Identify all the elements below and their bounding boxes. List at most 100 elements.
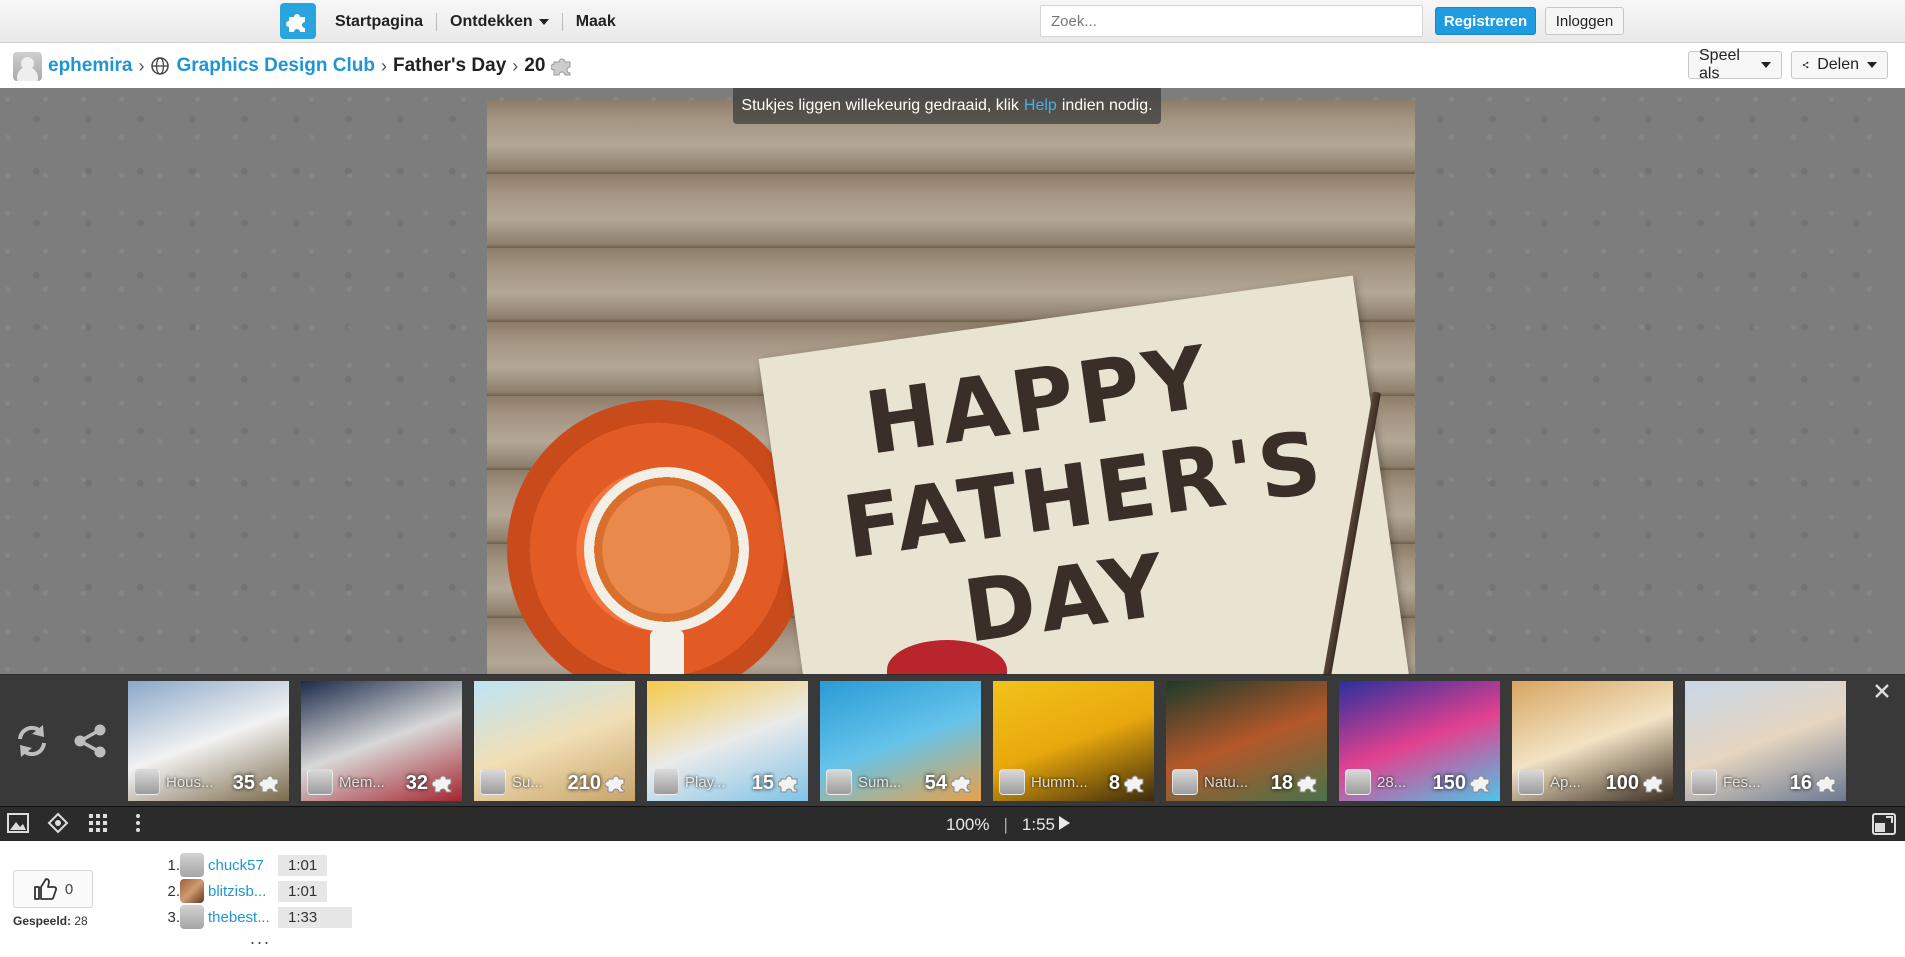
user-avatar[interactable] xyxy=(13,51,42,81)
top-navigation: Startpagina Ontdekken Maak Registreren I… xyxy=(0,0,1905,43)
image-icon xyxy=(7,813,29,833)
related-puzzle-thumb[interactable]: Sum... 54 xyxy=(820,681,981,801)
player-name[interactable]: chuck57 xyxy=(208,857,278,874)
chevron-right-icon: › xyxy=(138,55,145,76)
login-button[interactable]: Inloggen xyxy=(1545,7,1624,35)
player-avatar[interactable] xyxy=(180,905,204,929)
share-strip-button[interactable] xyxy=(68,719,112,763)
card-lettering: HAPPY FATHER'S DAY xyxy=(823,322,1331,675)
chevron-right-icon: › xyxy=(512,55,519,76)
breadcrumb-puzzle-title: Father's Day xyxy=(392,55,507,76)
fullscreen-icon[interactable] xyxy=(1872,813,1896,835)
search-input[interactable] xyxy=(1040,5,1423,37)
player-time: 1:01 xyxy=(278,854,328,876)
thumb-piece-count: 15 xyxy=(751,772,774,794)
related-puzzle-thumb[interactable]: Natu... 18 xyxy=(1166,681,1327,801)
played-count: Gespeeld: 28 xyxy=(13,914,88,928)
notice-text-end: indien nodig. xyxy=(1061,97,1153,114)
creator-avatar xyxy=(1345,769,1371,795)
restart-button[interactable] xyxy=(10,719,54,763)
nav-discover-label: Ontdekken xyxy=(450,12,533,30)
related-puzzle-thumb[interactable]: Fes... 16 xyxy=(1685,681,1846,801)
related-puzzle-thumb[interactable]: 28... 150 xyxy=(1339,681,1500,801)
like-button[interactable]: 0 xyxy=(13,870,93,908)
player-time: 1:33 xyxy=(278,906,352,928)
thumb-piece-count: 18 xyxy=(1270,772,1293,794)
thumbs-up-icon xyxy=(33,878,57,900)
puzzle-piece-icon xyxy=(1643,775,1663,793)
more-options-button[interactable] xyxy=(126,811,150,835)
chevron-right-icon: › xyxy=(380,55,387,76)
player-avatar[interactable] xyxy=(180,879,204,903)
ghost-image-button[interactable] xyxy=(46,811,70,835)
nav-home[interactable]: Startpagina xyxy=(322,12,438,31)
thumb-piece-count: 32 xyxy=(405,772,428,794)
cup-handle-graphic xyxy=(650,630,684,675)
play-as-dropdown[interactable]: Speel als xyxy=(1688,47,1782,82)
breadcrumb-piece-count: 20 xyxy=(524,55,546,76)
puzzle-stage[interactable]: HAPPY FATHER'S DAY xyxy=(0,88,1905,675)
grid-icon xyxy=(89,814,107,832)
puzzle-image[interactable]: HAPPY FATHER'S DAY xyxy=(487,100,1415,675)
more-scores-button[interactable]: ... xyxy=(250,928,271,949)
related-puzzles-strip: Hous... 35 Mem... 32 Su... 210 Play... 15 Sum...… xyxy=(0,674,1905,806)
status-divider: | xyxy=(1003,814,1008,834)
thumb-title: Humm... xyxy=(1031,774,1088,791)
strip-tools xyxy=(10,719,112,763)
related-puzzle-thumb[interactable]: Su... 210 xyxy=(474,681,635,801)
breadcrumb: ephemira › Graphics Design Club › Father… xyxy=(13,44,575,88)
puzzle-piece-icon xyxy=(1124,775,1144,793)
score-rank: 1. xyxy=(167,856,180,874)
thumb-title: 28... xyxy=(1377,774,1407,791)
nav-home-label: Startpagina xyxy=(335,12,424,30)
related-puzzle-thumb[interactable]: Play... 15 xyxy=(647,681,808,801)
thumb-title: Ap... xyxy=(1550,774,1581,791)
creator-avatar xyxy=(1518,769,1544,795)
rotation-notice: Stukjes liggen willekeurig gedraaid, kli… xyxy=(733,88,1161,124)
site-logo[interactable] xyxy=(280,3,316,39)
related-puzzle-thumb[interactable]: Humm... 8 xyxy=(993,681,1154,801)
register-button[interactable]: Registreren xyxy=(1435,7,1536,35)
coffee-cup-graphic xyxy=(584,467,749,632)
thumb-piece-count: 100 xyxy=(1605,772,1639,794)
player-name[interactable]: thebest... xyxy=(208,909,278,926)
leaderboard: 1. chuck57 1:01 2. blitzisb... 1:01 3. t… xyxy=(162,852,352,930)
puzzle-piece-icon xyxy=(1470,775,1490,793)
share-icon xyxy=(74,724,106,758)
puzzle-logo-icon xyxy=(286,14,305,32)
preview-image-button[interactable] xyxy=(6,811,30,835)
puzzle-piece-icon xyxy=(432,775,452,793)
breadcrumb-user[interactable]: ephemira xyxy=(48,55,132,77)
chevron-down-icon xyxy=(538,18,549,25)
player-name[interactable]: blitzisb... xyxy=(208,883,278,900)
puzzle-piece-icon xyxy=(605,775,625,793)
thumb-piece-count: 8 xyxy=(1108,772,1120,794)
score-rank: 3. xyxy=(167,908,180,926)
puzzle-piece-icon xyxy=(778,775,798,793)
timer[interactable]: 1:55 xyxy=(1022,815,1070,835)
creator-avatar xyxy=(826,769,852,795)
sort-pieces-button[interactable] xyxy=(86,811,110,835)
play-icon xyxy=(1059,815,1070,830)
help-link[interactable]: Help xyxy=(1024,97,1057,115)
toolbar-icons xyxy=(6,811,150,835)
breadcrumb-club[interactable]: Graphics Design Club xyxy=(176,55,374,77)
main-nav: Startpagina Ontdekken Maak xyxy=(322,0,629,43)
player-time: 1:01 xyxy=(278,880,328,902)
creator-avatar xyxy=(480,769,506,795)
puzzle-piece-icon xyxy=(259,775,279,793)
creator-avatar xyxy=(307,769,333,795)
close-icon[interactable] xyxy=(1873,682,1891,700)
nav-discover[interactable]: Ontdekken xyxy=(437,12,563,31)
related-puzzle-thumb[interactable]: Hous... 35 xyxy=(128,681,289,801)
refresh-icon xyxy=(18,725,46,757)
creator-avatar xyxy=(999,769,1025,795)
puzzle-piece-icon[interactable] xyxy=(551,54,575,78)
related-puzzle-thumb[interactable]: Mem... 32 xyxy=(301,681,462,801)
puzzle-piece-icon xyxy=(951,775,971,793)
share-dropdown[interactable]: Delen xyxy=(1791,51,1888,79)
player-avatar[interactable] xyxy=(180,853,204,877)
nav-create[interactable]: Maak xyxy=(563,13,629,31)
related-puzzle-thumb[interactable]: Ap... 100 xyxy=(1512,681,1673,801)
nav-create-label: Maak xyxy=(575,12,616,30)
